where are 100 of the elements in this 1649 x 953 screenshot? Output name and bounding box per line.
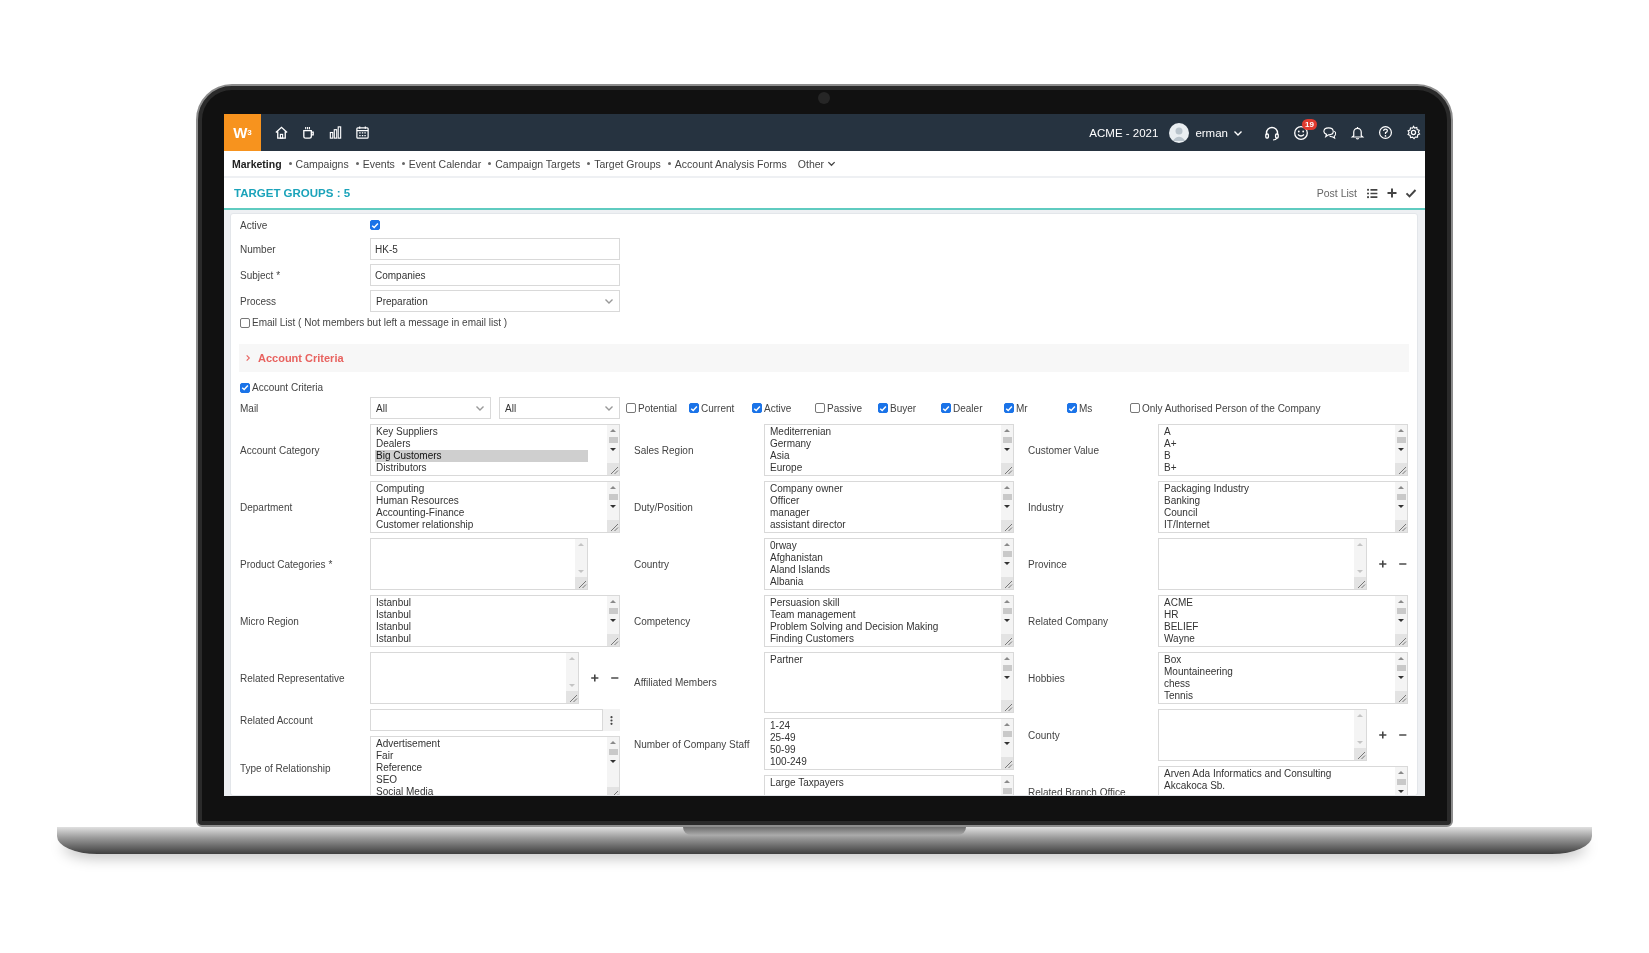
checkbox[interactable] xyxy=(941,403,951,413)
list-option[interactable]: 0rway xyxy=(769,540,997,552)
list-box[interactable]: A A+ B B+ xyxy=(1158,424,1408,476)
kebab-icon[interactable] xyxy=(609,714,614,726)
list-option[interactable]: 25-49 xyxy=(769,732,997,744)
resize-grip-icon[interactable] xyxy=(1395,634,1407,646)
nav-link[interactable]: Events xyxy=(359,157,398,170)
text-field[interactable]: Companies xyxy=(370,264,620,286)
checkbox[interactable] xyxy=(240,317,250,328)
scrollbar[interactable] xyxy=(1001,653,1013,712)
scrollbar[interactable] xyxy=(1353,539,1366,589)
resize-grip-icon[interactable] xyxy=(1001,700,1013,712)
headset-icon[interactable] xyxy=(1264,124,1280,141)
list-option[interactable]: Aland Islands xyxy=(769,564,997,576)
list-box[interactable]: Advertisement Fair Reference SEO Social Media xyxy=(370,736,620,795)
checkbox[interactable] xyxy=(815,403,825,413)
resize-grip-icon[interactable] xyxy=(1001,520,1013,532)
nav-link[interactable]: Campaign Targets xyxy=(492,157,584,170)
scroll-thumb[interactable] xyxy=(608,608,618,614)
resize-grip-icon[interactable] xyxy=(607,463,619,475)
list-box[interactable]: Partner xyxy=(764,652,1014,713)
resize-grip-icon[interactable] xyxy=(607,520,619,532)
list-option[interactable]: 100-249 xyxy=(769,756,997,768)
help-icon[interactable] xyxy=(1378,125,1393,140)
list-option[interactable]: IT/Internet xyxy=(1163,519,1391,531)
list-box[interactable]: Persuasion skill Team management Problem Solving and Decision Making Finding Customers xyxy=(764,595,1014,647)
scrollbar[interactable] xyxy=(607,737,619,795)
list-option[interactable]: Officer xyxy=(769,495,997,507)
list-option[interactable]: Large Taxpayers xyxy=(769,777,997,789)
list-box[interactable]: Computing Human Resources Accounting-Finance Customer relationship xyxy=(370,481,620,533)
list-option[interactable]: Computing xyxy=(375,483,603,495)
list-box[interactable]: Mediterrenian Germany Asia Europe xyxy=(764,424,1014,476)
list-box[interactable]: Packaging Industry Banking Council IT/Internet xyxy=(1158,481,1408,533)
plus-icon[interactable] xyxy=(1386,187,1398,199)
avatar[interactable] xyxy=(1169,122,1190,143)
scroll-thumb[interactable] xyxy=(608,437,618,443)
list-option[interactable]: Wayne xyxy=(1163,633,1391,645)
list-option[interactable]: manager xyxy=(769,507,997,519)
list-option[interactable]: SEO xyxy=(375,774,603,786)
scroll-thumb[interactable] xyxy=(1002,665,1012,671)
list-option[interactable]: Fair xyxy=(375,750,603,762)
list-option[interactable]: Council xyxy=(1163,507,1391,519)
nav-link[interactable]: Event Calendar xyxy=(405,157,485,170)
scrollbar[interactable] xyxy=(607,425,619,475)
list-option[interactable]: Accounting-Finance xyxy=(375,507,603,519)
resize-grip-icon[interactable] xyxy=(1001,463,1013,475)
checkbox[interactable] xyxy=(1130,403,1140,413)
list-option[interactable]: Finding Customers xyxy=(769,633,997,645)
scrollbar[interactable] xyxy=(607,482,619,532)
list-box[interactable]: 1-24 25-49 50-99 100-249 xyxy=(764,718,1014,770)
resize-grip-icon[interactable] xyxy=(1001,577,1013,589)
scroll-thumb[interactable] xyxy=(608,494,618,500)
resize-grip-icon[interactable] xyxy=(1353,577,1366,589)
checkbox[interactable] xyxy=(1004,403,1014,413)
text-field[interactable] xyxy=(370,709,603,731)
post-list-link[interactable]: Post List xyxy=(1316,187,1357,199)
list-option[interactable]: Box xyxy=(1163,654,1391,666)
plus-icon[interactable] xyxy=(1377,559,1388,569)
list-box[interactable]: Key Suppliers Dealers Big Customers Distributors xyxy=(370,424,620,476)
scroll-thumb[interactable] xyxy=(1002,551,1012,557)
list-option[interactable]: BELIEF xyxy=(1163,621,1391,633)
list-option[interactable]: Istanbul xyxy=(375,633,603,645)
list-option[interactable]: HR xyxy=(1163,609,1391,621)
scrollbar[interactable] xyxy=(575,539,587,589)
list-option[interactable]: B xyxy=(1163,450,1391,462)
list-option[interactable]: Partner xyxy=(769,654,997,666)
scrollbar[interactable] xyxy=(1395,653,1407,703)
select-field[interactable]: Preparation xyxy=(370,290,620,312)
list-box[interactable]: Box Mountaineering chess Tennis xyxy=(1158,652,1408,704)
list-option[interactable]: Banking xyxy=(1163,495,1391,507)
scroll-thumb[interactable] xyxy=(1396,665,1406,671)
scroll-thumb[interactable] xyxy=(1396,494,1406,500)
scrollbar[interactable] xyxy=(1001,596,1013,646)
resize-grip-icon[interactable] xyxy=(607,634,619,646)
scroll-thumb[interactable] xyxy=(1002,494,1012,500)
nav-link[interactable]: Campaigns xyxy=(292,157,352,170)
checkbox[interactable] xyxy=(878,403,888,413)
resize-grip-icon[interactable] xyxy=(1395,520,1407,532)
scroll-thumb[interactable] xyxy=(1396,779,1406,785)
list-option[interactable]: 1-24 xyxy=(769,720,997,732)
checkbox[interactable] xyxy=(752,403,762,413)
scrollbar[interactable] xyxy=(1001,539,1013,589)
list-option[interactable]: chess xyxy=(1163,678,1391,690)
list-box[interactable]: Large Taxpayers xyxy=(764,775,1014,795)
list-box[interactable]: Arven Ada Informatics and Consulting Akcakoca Sb. xyxy=(1158,766,1408,795)
nav-link[interactable]: Account Analysis Forms xyxy=(671,157,790,170)
list-option[interactable]: Akcakoca Sb. xyxy=(1163,780,1391,792)
chat-icon[interactable] xyxy=(1322,125,1337,140)
list-icon[interactable] xyxy=(1366,186,1379,200)
checkbox[interactable] xyxy=(370,220,380,230)
list-box[interactable]: 0rway Afghanistan Aland Islands Albania xyxy=(764,538,1014,590)
scrollbar[interactable] xyxy=(1001,482,1013,532)
nav-link[interactable]: Target Groups xyxy=(591,157,664,170)
resize-grip-icon[interactable] xyxy=(1395,691,1407,703)
list-option[interactable]: Europe xyxy=(769,462,997,474)
calendar-icon[interactable] xyxy=(355,125,370,140)
list-option[interactable]: Tennis xyxy=(1163,690,1391,702)
list-box[interactable]: ACME HR BELIEF Wayne xyxy=(1158,595,1408,647)
list-option[interactable]: Istanbul xyxy=(375,621,603,633)
checkbox[interactable] xyxy=(626,403,636,413)
